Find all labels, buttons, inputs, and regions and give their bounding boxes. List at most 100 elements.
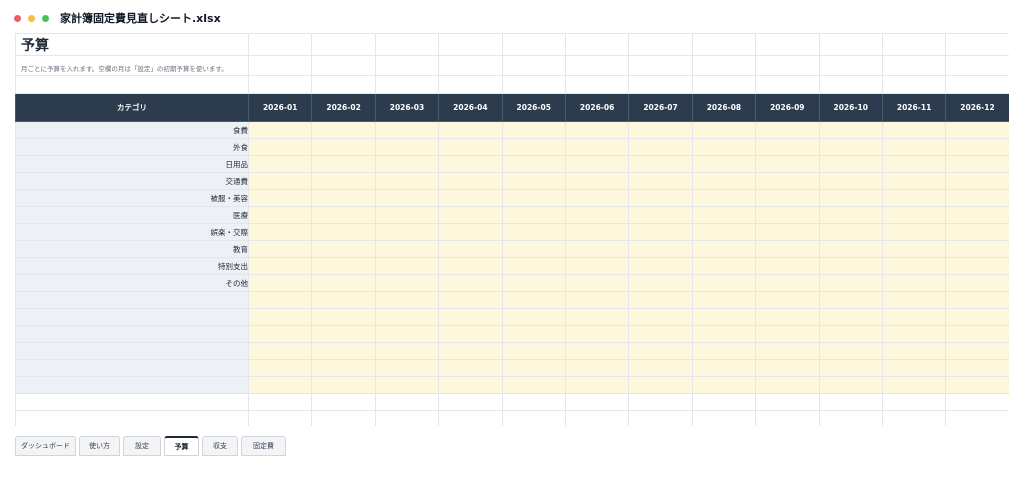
budget-input-cell[interactable] (691, 359, 757, 377)
budget-input-cell[interactable] (945, 342, 1009, 360)
budget-input-cell[interactable] (311, 189, 376, 207)
cell[interactable] (15, 75, 249, 94)
budget-input-cell[interactable] (691, 325, 757, 343)
budget-input-cell[interactable] (501, 189, 566, 207)
sheet-tab[interactable]: ダッシュボード (15, 436, 76, 456)
budget-input-cell[interactable] (438, 189, 503, 207)
budget-input-cell[interactable] (374, 342, 440, 360)
budget-input-cell[interactable] (691, 223, 757, 241)
budget-input-cell[interactable] (945, 308, 1009, 326)
cell[interactable] (311, 33, 376, 56)
budget-input-cell[interactable] (881, 189, 947, 207)
budget-input-cell[interactable] (881, 342, 947, 360)
budget-input-cell[interactable] (881, 155, 947, 173)
cell[interactable] (247, 33, 313, 56)
cell[interactable] (501, 75, 566, 94)
budget-input-cell[interactable] (945, 325, 1009, 343)
budget-input-cell[interactable] (438, 257, 503, 275)
budget-input-cell[interactable] (247, 138, 313, 156)
budget-input-cell[interactable] (818, 257, 883, 275)
cell[interactable] (438, 33, 503, 56)
budget-input-cell[interactable] (691, 257, 757, 275)
budget-input-cell[interactable] (691, 376, 757, 394)
budget-input-cell[interactable] (311, 325, 376, 343)
budget-input-cell[interactable] (691, 240, 757, 258)
budget-input-cell[interactable] (501, 291, 566, 309)
budget-input-cell[interactable] (247, 291, 313, 309)
budget-input-cell[interactable] (311, 257, 376, 275)
budget-input-cell[interactable] (247, 325, 313, 343)
budget-input-cell[interactable] (564, 376, 630, 394)
budget-input-cell[interactable] (501, 223, 566, 241)
month-column-header[interactable]: 2026-12 (945, 93, 1009, 122)
month-column-header[interactable]: 2026-01 (247, 93, 313, 122)
budget-input-cell[interactable] (691, 342, 757, 360)
cell[interactable] (945, 410, 1009, 426)
sheet-tab[interactable]: 予算 (164, 436, 199, 456)
budget-input-cell[interactable] (501, 155, 566, 173)
month-column-header[interactable]: 2026-11 (881, 93, 947, 122)
budget-input-cell[interactable] (628, 172, 693, 190)
budget-input-cell[interactable] (881, 257, 947, 275)
category-cell[interactable]: 被服・美容 (15, 189, 249, 207)
budget-input-cell[interactable] (881, 121, 947, 139)
budget-input-cell[interactable] (755, 240, 820, 258)
budget-input-cell[interactable] (247, 342, 313, 360)
budget-input-cell[interactable] (881, 206, 947, 224)
cell[interactable] (501, 410, 566, 426)
budget-input-cell[interactable] (311, 240, 376, 258)
budget-input-cell[interactable] (247, 189, 313, 207)
cell[interactable] (564, 410, 630, 426)
budget-input-cell[interactable] (501, 240, 566, 258)
budget-input-cell[interactable] (818, 325, 883, 343)
cell[interactable] (691, 410, 757, 426)
budget-input-cell[interactable] (755, 121, 820, 139)
budget-input-cell[interactable] (945, 359, 1009, 377)
cell[interactable] (438, 55, 503, 76)
budget-input-cell[interactable] (501, 325, 566, 343)
cell[interactable] (501, 55, 566, 76)
budget-input-cell[interactable] (374, 121, 440, 139)
cell[interactable] (15, 410, 249, 426)
budget-input-cell[interactable] (374, 189, 440, 207)
budget-input-cell[interactable] (438, 121, 503, 139)
budget-input-cell[interactable] (818, 189, 883, 207)
budget-input-cell[interactable] (945, 240, 1009, 258)
budget-input-cell[interactable] (564, 155, 630, 173)
category-cell[interactable]: その他 (15, 274, 249, 292)
cell[interactable] (564, 393, 630, 411)
budget-input-cell[interactable] (755, 189, 820, 207)
budget-input-cell[interactable] (818, 121, 883, 139)
cell[interactable] (818, 410, 883, 426)
budget-input-cell[interactable] (755, 274, 820, 292)
cell[interactable] (374, 75, 440, 94)
spreadsheet-grid[interactable]: 予算 月ごとに予算を入れます。空欄の月は「設定」の初期予算を使います。 カテゴリ 20… (15, 33, 1009, 426)
budget-input-cell[interactable] (247, 274, 313, 292)
budget-input-cell[interactable] (628, 291, 693, 309)
cell[interactable] (818, 33, 883, 56)
cell[interactable] (15, 393, 249, 411)
budget-input-cell[interactable] (945, 376, 1009, 394)
budget-input-cell[interactable] (311, 376, 376, 394)
cell[interactable] (311, 410, 376, 426)
budget-input-cell[interactable] (501, 257, 566, 275)
budget-input-cell[interactable] (755, 291, 820, 309)
budget-input-cell[interactable] (818, 291, 883, 309)
budget-input-cell[interactable] (438, 308, 503, 326)
budget-input-cell[interactable] (374, 325, 440, 343)
month-column-header[interactable]: 2026-09 (755, 93, 820, 122)
budget-input-cell[interactable] (691, 308, 757, 326)
budget-input-cell[interactable] (755, 325, 820, 343)
budget-input-cell[interactable] (564, 257, 630, 275)
budget-input-cell[interactable] (881, 138, 947, 156)
budget-input-cell[interactable] (374, 291, 440, 309)
budget-input-cell[interactable] (564, 342, 630, 360)
category-cell[interactable]: 食費 (15, 121, 249, 139)
budget-input-cell[interactable] (628, 342, 693, 360)
month-column-header[interactable]: 2026-10 (818, 93, 883, 122)
budget-input-cell[interactable] (628, 206, 693, 224)
cell[interactable] (945, 55, 1009, 76)
cell[interactable] (881, 410, 947, 426)
budget-input-cell[interactable] (564, 223, 630, 241)
cell[interactable] (311, 55, 376, 76)
